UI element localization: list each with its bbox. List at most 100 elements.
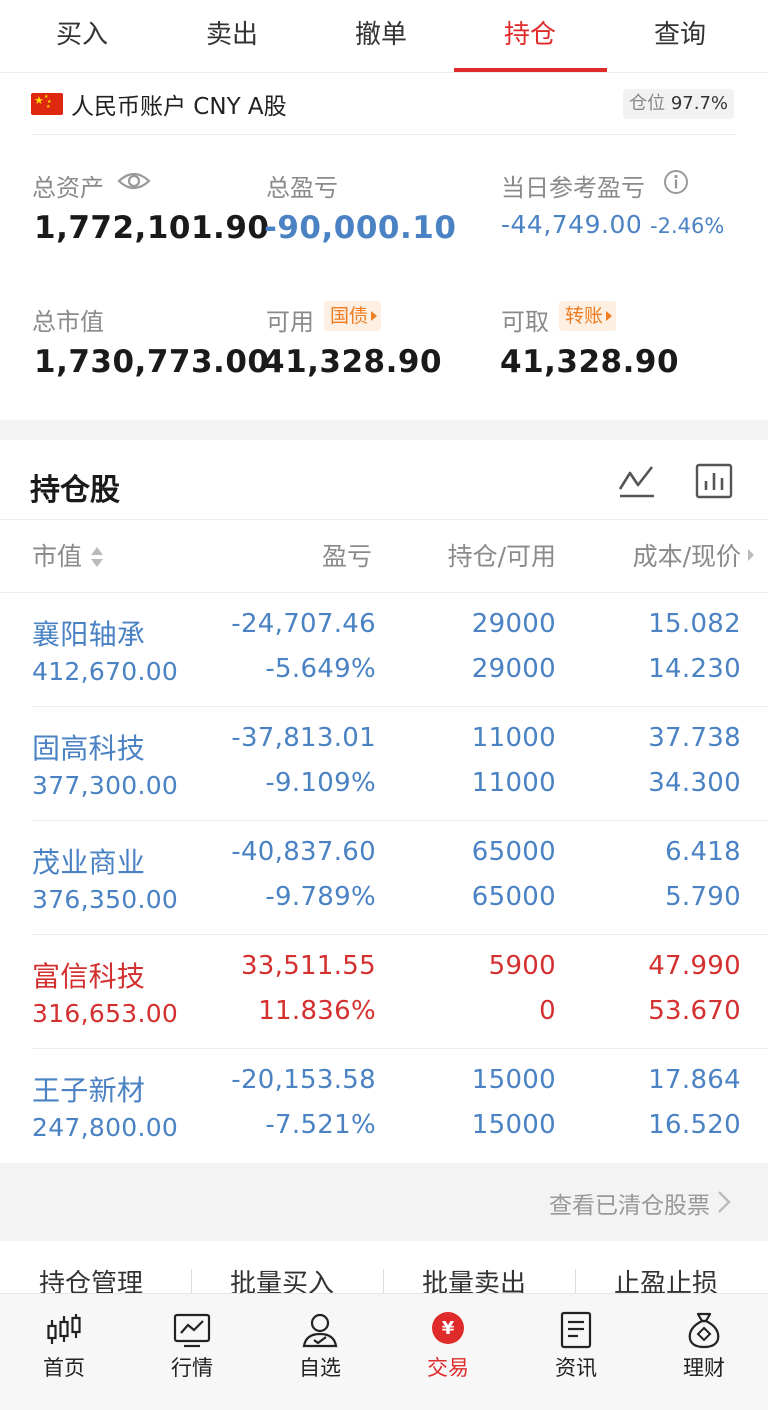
account-row[interactable]: ★ ★ ★ ★ 人民币账户 CNY A股 仓位 97.7% bbox=[0, 73, 768, 135]
stock-price: 16.520 bbox=[648, 1110, 741, 1140]
divider bbox=[0, 519, 768, 520]
stock-pl: -40,837.60 bbox=[231, 837, 376, 867]
stock-name: 富信科技 bbox=[32, 960, 146, 993]
withdrawable-label: 可取 bbox=[501, 308, 549, 336]
position-value: 97.7% bbox=[670, 93, 728, 114]
nav-watchlist[interactable]: 自选 bbox=[256, 1294, 384, 1410]
stock-market-value: 247,800.00 bbox=[32, 1113, 179, 1142]
user-star-icon bbox=[302, 1313, 338, 1348]
stock-holding: 11000 bbox=[471, 723, 556, 753]
treasury-bond-tag-label: 国债 bbox=[330, 305, 369, 327]
account-name: 人民币账户 CNY A股 bbox=[71, 94, 287, 120]
batch-sell-button[interactable]: 批量卖出 bbox=[422, 1263, 526, 1293]
stock-cost: 15.082 bbox=[648, 609, 741, 639]
stop-profit-loss-button[interactable]: 止盈止损 bbox=[614, 1263, 718, 1293]
daily-pl-percent: -2.46% bbox=[650, 214, 725, 238]
stock-market-value: 316,653.00 bbox=[32, 999, 179, 1028]
stock-cost: 47.990 bbox=[648, 951, 741, 981]
triangle-right-icon bbox=[371, 311, 378, 321]
available-label: 可用 bbox=[266, 308, 314, 336]
section-gap bbox=[0, 420, 768, 440]
divider bbox=[31, 134, 737, 135]
table-row[interactable]: 固高科技 377,300.00 -37,813.01 -9.109% 11000… bbox=[0, 707, 768, 821]
stock-price: 5.790 bbox=[665, 882, 741, 912]
stock-available: 29000 bbox=[471, 654, 556, 684]
bottom-nav: 首页 行情 自选 ¥ 交易 资讯 理财 bbox=[0, 1293, 768, 1410]
stock-holding: 5900 bbox=[488, 951, 556, 981]
col-header-holding: 持仓/可用 bbox=[447, 542, 556, 571]
treasury-bond-tag[interactable]: 国债 bbox=[324, 301, 382, 331]
stock-available: 11000 bbox=[471, 768, 556, 798]
stock-pl-percent: -9.789% bbox=[265, 882, 376, 912]
transfer-tag[interactable]: 转账 bbox=[559, 301, 617, 331]
stock-holding: 65000 bbox=[471, 837, 556, 867]
nav-trade[interactable]: ¥ 交易 bbox=[384, 1294, 512, 1410]
col-header-market-value[interactable]: 市值 bbox=[32, 537, 82, 573]
tab-positions[interactable]: 持仓 bbox=[455, 0, 605, 72]
info-icon[interactable] bbox=[663, 169, 689, 195]
stock-available: 0 bbox=[539, 996, 556, 1026]
market-value-label: 总市值 bbox=[32, 308, 104, 336]
tab-cancel-order[interactable]: 撤单 bbox=[306, 0, 456, 72]
stock-holding: 29000 bbox=[471, 609, 556, 639]
nav-label: 资讯 bbox=[555, 1356, 597, 1380]
stock-market-value: 376,350.00 bbox=[32, 885, 179, 914]
divider bbox=[383, 1269, 384, 1293]
stock-pl-percent: -9.109% bbox=[265, 768, 376, 798]
table-row[interactable]: 襄阳轴承 412,670.00 -24,707.46 -5.649% 29000… bbox=[0, 593, 768, 707]
total-pl-label: 总盈亏 bbox=[266, 174, 338, 202]
eye-icon[interactable] bbox=[117, 168, 151, 194]
bar-chart-icon[interactable] bbox=[695, 463, 733, 499]
stock-available: 65000 bbox=[471, 882, 556, 912]
stock-pl: -37,813.01 bbox=[231, 723, 376, 753]
nav-label: 行情 bbox=[171, 1356, 213, 1380]
tab-buy[interactable]: 买入 bbox=[7, 0, 157, 72]
stock-name: 襄阳轴承 bbox=[32, 618, 146, 651]
nav-label: 首页 bbox=[43, 1356, 85, 1380]
stock-pl-percent: -7.521% bbox=[265, 1110, 376, 1140]
stock-pl-percent: 11.836% bbox=[258, 996, 376, 1026]
tab-query[interactable]: 查询 bbox=[605, 0, 755, 72]
stock-cost: 6.418 bbox=[665, 837, 741, 867]
triangle-right-icon[interactable] bbox=[747, 548, 755, 562]
stock-pl: -24,707.46 bbox=[231, 609, 376, 639]
money-bag-icon bbox=[688, 1312, 720, 1349]
daily-pl-label: 当日参考盈亏 bbox=[501, 174, 645, 202]
tab-sell[interactable]: 卖出 bbox=[157, 0, 307, 72]
nav-label: 交易 bbox=[427, 1356, 469, 1380]
trend-chart-icon[interactable] bbox=[617, 463, 657, 499]
nav-market[interactable]: 行情 bbox=[128, 1294, 256, 1410]
svg-text:¥: ¥ bbox=[442, 1318, 455, 1339]
action-bar: 持仓管理 批量买入 批量卖出 止盈止损 bbox=[0, 1241, 768, 1293]
cleared-stocks-link[interactable]: 查看已清仓股票 bbox=[549, 1186, 710, 1220]
market-chart-icon bbox=[173, 1313, 211, 1348]
available-value: 41,328.90 bbox=[263, 344, 443, 380]
divider bbox=[191, 1269, 192, 1293]
chevron-right-icon[interactable] bbox=[717, 1190, 731, 1214]
nav-wealth[interactable]: 理财 bbox=[640, 1294, 768, 1410]
stock-available: 15000 bbox=[471, 1110, 556, 1140]
top-tab-bar: 买入 卖出 撤单 持仓 查询 bbox=[0, 0, 768, 73]
transfer-tag-label: 转账 bbox=[565, 305, 604, 327]
stock-name: 固高科技 bbox=[32, 732, 146, 765]
yuan-icon: ¥ bbox=[432, 1312, 464, 1344]
batch-buy-button[interactable]: 批量买入 bbox=[230, 1263, 334, 1293]
stock-pl: -20,153.58 bbox=[231, 1065, 376, 1095]
divider bbox=[575, 1269, 576, 1293]
stock-market-value: 377,300.00 bbox=[32, 771, 179, 800]
stock-price: 14.230 bbox=[648, 654, 741, 684]
table-row[interactable]: 富信科技 316,653.00 33,511.55 11.836% 5900 0… bbox=[0, 935, 768, 1049]
nav-news[interactable]: 资讯 bbox=[512, 1294, 640, 1410]
table-row[interactable]: 茂业商业 376,350.00 -40,837.60 -9.789% 65000… bbox=[0, 821, 768, 935]
position-management-button[interactable]: 持仓管理 bbox=[39, 1263, 143, 1293]
sort-icon[interactable] bbox=[90, 545, 104, 569]
cn-flag-icon: ★ ★ ★ ★ bbox=[31, 93, 63, 115]
total-assets-value: 1,772,101.90 bbox=[34, 210, 270, 246]
total-pl-value: -90,000.10 bbox=[264, 210, 457, 246]
nav-home[interactable]: 首页 bbox=[0, 1294, 128, 1410]
stock-price: 34.300 bbox=[648, 768, 741, 798]
document-icon bbox=[560, 1311, 592, 1349]
stock-market-value: 412,670.00 bbox=[32, 657, 179, 686]
stock-price: 53.670 bbox=[648, 996, 741, 1026]
table-row[interactable]: 王子新材 247,800.00 -20,153.58 -7.521% 15000… bbox=[0, 1049, 768, 1163]
